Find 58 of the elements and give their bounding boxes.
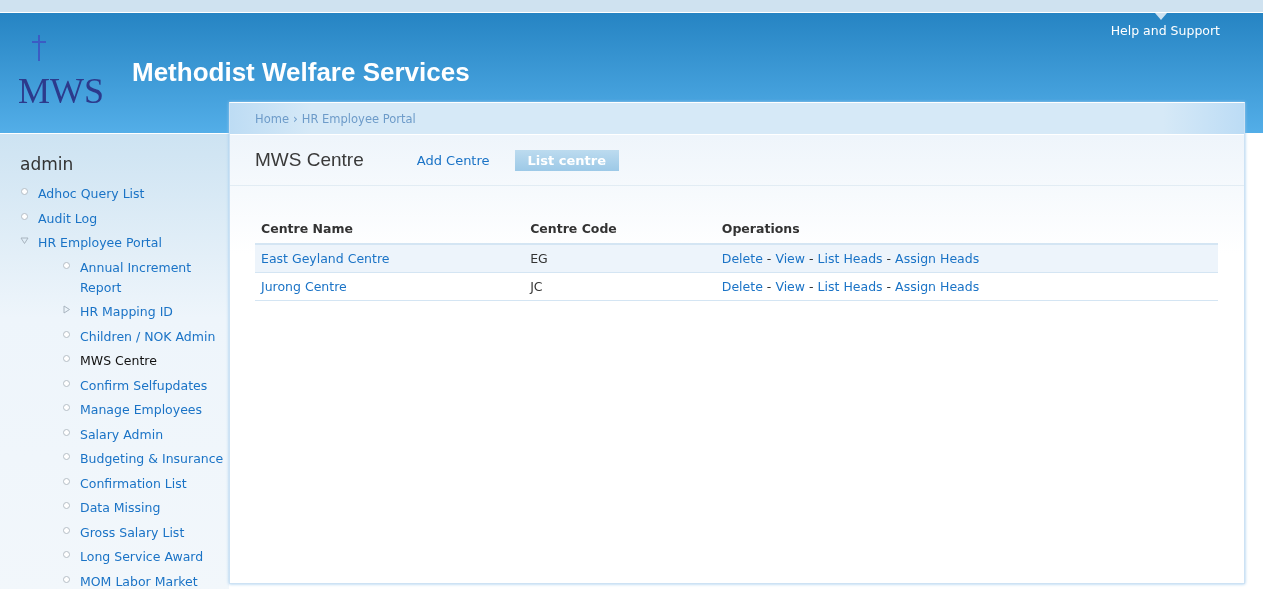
sidebar-item[interactable]: Gross Salary List (80, 520, 228, 545)
separator: - (808, 279, 815, 294)
separator: - (885, 279, 893, 294)
sidebar-item[interactable]: Audit Log (38, 206, 186, 231)
breadcrumb-link[interactable]: HR Employee Portal (301, 111, 416, 126)
operation-link[interactable]: View (775, 251, 806, 266)
sidebar-item[interactable]: Long Service Award (80, 545, 228, 570)
sidebar-item[interactable]: HR Employee Portal (38, 231, 186, 256)
sidebar-item[interactable]: Adhoc Query List (38, 182, 186, 207)
logo[interactable]: MWS (18, 35, 108, 113)
centre-code: EG (530, 251, 548, 266)
sidebar-item[interactable]: Salary Admin (80, 422, 228, 447)
bullet-icon (62, 550, 71, 559)
bullet-icon (62, 354, 71, 363)
operation-link[interactable]: List Heads (817, 279, 883, 294)
bullet-icon (62, 260, 71, 270)
expanded-triangle-icon[interactable] (20, 236, 29, 245)
operation-link[interactable]: View (775, 279, 806, 294)
bullet-icon (20, 187, 29, 196)
separator: - (765, 251, 773, 266)
operation-link[interactable]: Delete (721, 251, 763, 266)
bullet-icon (20, 211, 29, 221)
collapsed-triangle-icon[interactable] (62, 305, 71, 314)
site-title: Methodist Welfare Services (132, 57, 470, 88)
bullet-icon (62, 525, 71, 535)
page-title: MWS Centre (255, 149, 364, 171)
bullet-icon (62, 329, 71, 339)
sidebar-item[interactable]: MOM Labor Market (80, 569, 228, 589)
pointer-icon (1155, 13, 1167, 20)
sidebar-item[interactable]: Annual Increment Report (80, 255, 228, 300)
bullet-icon (62, 476, 71, 486)
sidebar-item[interactable]: Confirmation List (80, 471, 228, 496)
operation-link[interactable]: Delete (721, 279, 763, 294)
help-link[interactable]: Help and Support (1110, 23, 1220, 38)
bullet-icon (62, 378, 71, 388)
sidebar-item[interactable]: HR Mapping ID (80, 300, 228, 325)
sidebar-item[interactable]: Data Missing (80, 496, 228, 521)
bullet-icon (62, 501, 71, 510)
separator: - (808, 251, 815, 266)
separator: - (885, 251, 893, 266)
separator: - (765, 279, 773, 294)
operation-link[interactable]: Assign Heads (895, 251, 980, 266)
bullet-icon (62, 403, 71, 412)
sidebar-item[interactable]: Children / NOK Admin (80, 324, 228, 349)
sidebar-item[interactable]: Manage Employees (80, 398, 228, 423)
bullet-icon (62, 427, 71, 437)
sidebar-title: admin (20, 154, 75, 174)
bullet-icon (62, 574, 71, 584)
sidebar-item[interactable]: Budgeting & Insurance (80, 447, 228, 472)
sidebar-item[interactable]: Confirm Selfupdates (80, 373, 228, 398)
operation-link[interactable]: Assign Heads (895, 279, 980, 294)
centre-link[interactable]: Jurong Centre (261, 279, 347, 294)
centre-code: JC (530, 279, 543, 294)
bullet-icon (62, 452, 71, 461)
sidebar-item[interactable]: MWS Centre (80, 349, 228, 374)
breadcrumb-separator: › (292, 111, 298, 126)
operation-link[interactable]: List Heads (817, 251, 883, 266)
tab[interactable]: Add Centre (403, 149, 503, 171)
